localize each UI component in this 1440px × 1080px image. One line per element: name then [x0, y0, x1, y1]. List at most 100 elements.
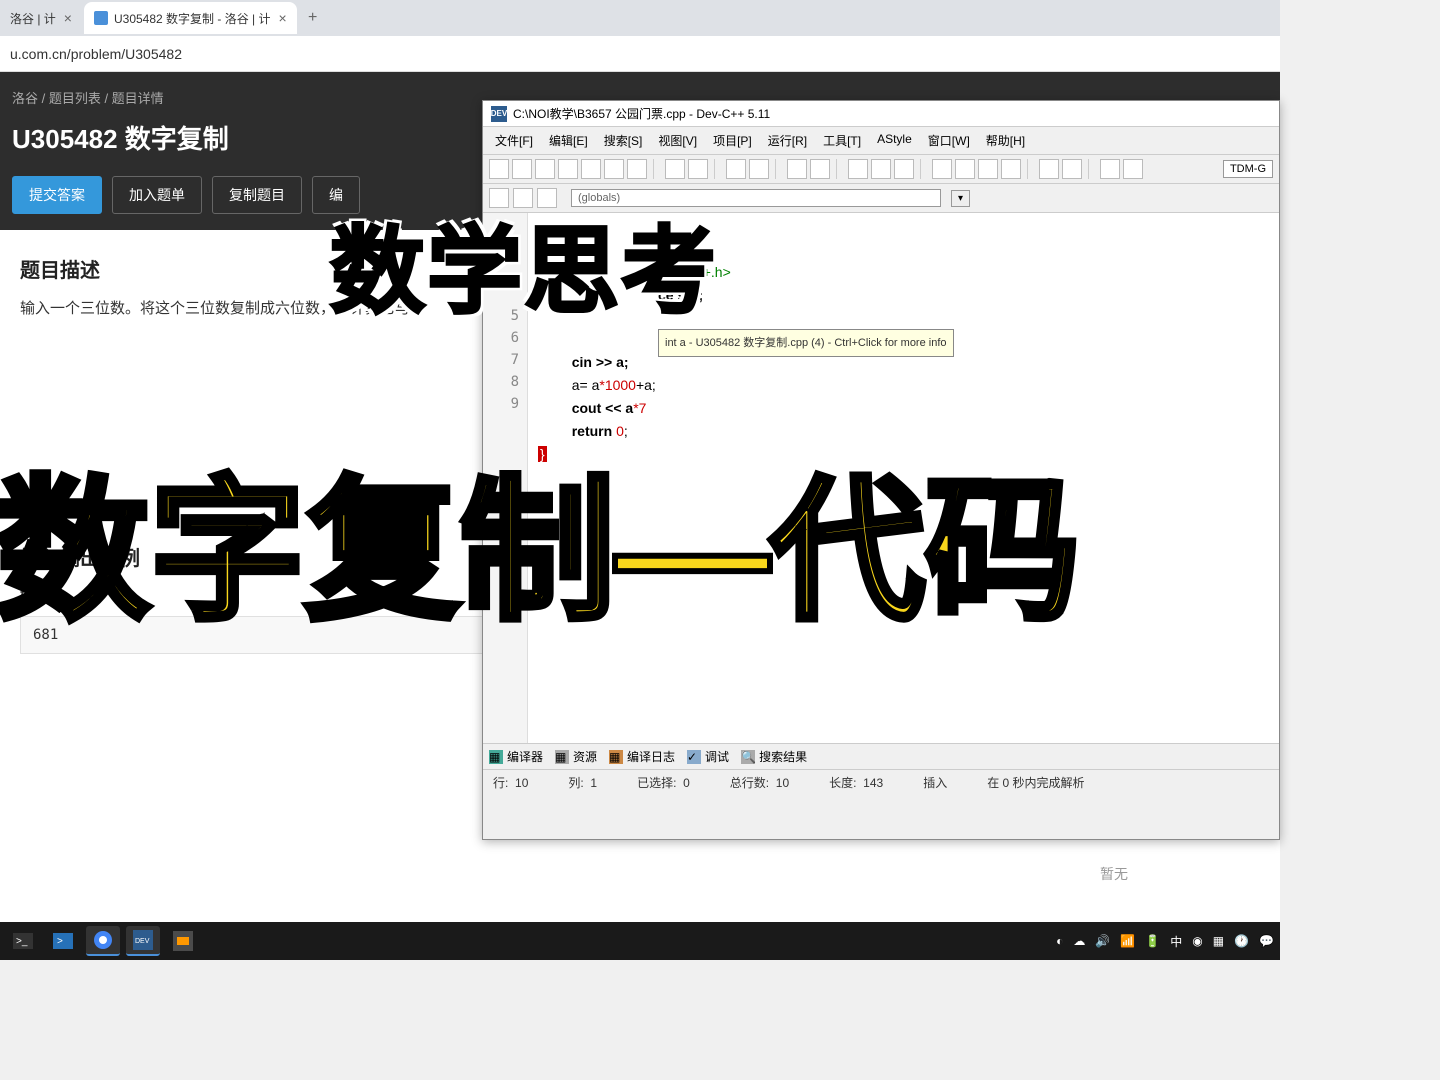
devcpp-menubar: 文件[F] 编辑[E] 搜索[S] 视图[V] 项目[P] 运行[R] 工具[T… — [483, 127, 1279, 155]
site-icon — [94, 11, 108, 25]
tab-resources[interactable]: ▦资源 — [555, 748, 597, 765]
compile-run-icon[interactable] — [932, 159, 952, 179]
tab-search-results[interactable]: 🔍搜索结果 — [741, 748, 807, 765]
separator — [775, 159, 781, 179]
save-as-icon[interactable] — [581, 159, 601, 179]
separator — [836, 159, 842, 179]
tab-compiler[interactable]: ▦编译器 — [489, 748, 543, 765]
check-icon[interactable] — [1039, 159, 1059, 179]
tray-clock-icon[interactable]: 🕐 — [1234, 934, 1249, 948]
status-parse: 在 0 秒内完成解析 — [987, 774, 1084, 791]
menu-help[interactable]: 帮助[H] — [980, 130, 1031, 151]
menu-tools[interactable]: 工具[T] — [817, 130, 867, 151]
devcpp-titlebar[interactable]: DEV C:\NOI教学\B3657 公园门票.cpp - Dev-C++ 5.… — [483, 101, 1279, 127]
status-len: 长度: 143 — [829, 774, 883, 791]
bottom-tabs: ▦编译器 ▦资源 ▦编译日志 ✓调试 🔍搜索结果 — [483, 743, 1279, 769]
status-sel: 已选择: 0 — [637, 774, 690, 791]
devcpp-toolbar: TDM-G — [483, 155, 1279, 184]
tray-notification-icon[interactable]: 💬 — [1259, 934, 1274, 948]
intellisense-tooltip: int a - U305482 数字复制.cpp (4) - Ctrl+Clic… — [658, 329, 954, 357]
powershell-icon[interactable]: > — [46, 926, 80, 956]
status-col: 列: 1 — [568, 774, 597, 791]
rebuild-icon[interactable] — [955, 159, 975, 179]
tab-debug[interactable]: ✓调试 — [687, 748, 729, 765]
add-list-button[interactable]: 加入题单 — [112, 176, 202, 214]
profile-icon[interactable] — [894, 159, 914, 179]
overlay-small-text: 暂无 — [1100, 864, 1128, 884]
menu-window[interactable]: 窗口[W] — [922, 130, 976, 151]
tray-nvidia-icon[interactable]: ◉ — [1192, 934, 1202, 948]
tab-1-label: 洛谷 | 计 — [10, 10, 56, 27]
tab-2-label: U305482 数字复制 - 洛谷 | 计 — [114, 10, 271, 27]
tray-shortcut-icon[interactable]: ▦ — [1213, 934, 1224, 948]
compiler-select[interactable]: TDM-G — [1223, 160, 1273, 178]
close-file-icon[interactable] — [604, 159, 624, 179]
url-text[interactable]: u.com.cn/problem/U305482 — [10, 46, 182, 62]
new-tab-button[interactable]: + — [299, 4, 327, 32]
save-all-icon[interactable] — [558, 159, 578, 179]
menu-project[interactable]: 项目[P] — [707, 130, 758, 151]
tab-2[interactable]: U305482 数字复制 - 洛谷 | 计 × — [84, 2, 297, 34]
undo-icon[interactable] — [665, 159, 685, 179]
code-line: cout << a*7 — [572, 400, 647, 416]
compile-icon[interactable] — [787, 159, 807, 179]
browser-tabs: 洛谷 | 计 × U305482 数字复制 - 洛谷 | 计 × + — [0, 0, 1280, 36]
stats-icon[interactable] — [1100, 159, 1120, 179]
save-icon[interactable] — [535, 159, 555, 179]
goto-icon[interactable] — [1123, 159, 1143, 179]
copy-problem-button[interactable]: 复制题目 — [212, 176, 302, 214]
menu-edit[interactable]: 编辑[E] — [543, 130, 594, 151]
separator — [653, 159, 659, 179]
devcpp-app-icon: DEV — [491, 106, 507, 122]
submit-button[interactable]: 提交答案 — [12, 176, 102, 214]
tab-compile-log[interactable]: ▦编译日志 — [609, 748, 675, 765]
separator — [920, 159, 926, 179]
devcpp-title-text: C:\NOI教学\B3657 公园门票.cpp - Dev-C++ 5.11 — [513, 105, 770, 122]
find-icon[interactable] — [726, 159, 746, 179]
options1-icon[interactable] — [978, 159, 998, 179]
menu-view[interactable]: 视图[V] — [652, 130, 703, 151]
terminal-icon[interactable]: >_ — [6, 926, 40, 956]
debug-icon[interactable] — [871, 159, 891, 179]
options2-icon[interactable] — [1001, 159, 1021, 179]
separator — [1088, 159, 1094, 179]
overlay-title-2: 数字复制—代码 — [0, 425, 1080, 650]
tray-icon-2[interactable]: ☁ — [1073, 934, 1085, 948]
close-icon[interactable]: × — [278, 10, 286, 26]
tray-wifi-icon[interactable]: 📶 — [1120, 934, 1135, 948]
menu-run[interactable]: 运行[R] — [762, 130, 813, 151]
tray-ime-icon[interactable]: 中 — [1170, 933, 1182, 950]
open-file-icon[interactable] — [512, 159, 532, 179]
menu-file[interactable]: 文件[F] — [489, 130, 539, 151]
new-file-icon[interactable] — [489, 159, 509, 179]
print-icon[interactable] — [627, 159, 647, 179]
devcpp-taskbar-icon[interactable]: DEV — [126, 926, 160, 956]
run-icon[interactable] — [810, 159, 830, 179]
tray-volume-icon[interactable]: 🔊 — [1095, 934, 1110, 948]
sublime-icon[interactable] — [166, 926, 200, 956]
svg-text:DEV: DEV — [135, 938, 150, 945]
tray-battery-icon[interactable]: 🔋 — [1145, 934, 1160, 948]
taskbar: >_ > DEV ◐ ☁ 🔊 📶 🔋 中 ◉ ▦ 🕐 💬 — [0, 922, 1280, 960]
redo-icon[interactable] — [688, 159, 708, 179]
address-bar: u.com.cn/problem/U305482 — [0, 36, 1280, 72]
status-bar: 行: 10 列: 1 已选择: 0 总行数: 10 长度: 143 插入 在 0… — [483, 769, 1279, 795]
code-line: a= a*1000+a; — [572, 377, 656, 393]
system-tray: ◐ ☁ 🔊 📶 🔋 中 ◉ ▦ 🕐 💬 — [1056, 933, 1274, 950]
overlay-title-1: 数学思考 — [330, 195, 718, 332]
separator — [714, 159, 720, 179]
chevron-down-icon[interactable]: ▾ — [951, 190, 970, 207]
chrome-icon[interactable] — [86, 926, 120, 956]
close-icon[interactable]: × — [64, 10, 72, 26]
menu-astyle[interactable]: AStyle — [871, 130, 918, 151]
status-ins: 插入 — [923, 774, 947, 791]
menu-search[interactable]: 搜索[S] — [598, 130, 649, 151]
svg-text:>: > — [57, 936, 63, 947]
status-total: 总行数: 10 — [730, 774, 789, 791]
status-row: 行: 10 — [493, 774, 528, 791]
tray-icon-1[interactable]: ◐ — [1056, 934, 1063, 948]
class-browser-icon[interactable] — [1062, 159, 1082, 179]
tab-1[interactable]: 洛谷 | 计 × — [0, 2, 82, 34]
replace-icon[interactable] — [749, 159, 769, 179]
abort-icon[interactable] — [848, 159, 868, 179]
